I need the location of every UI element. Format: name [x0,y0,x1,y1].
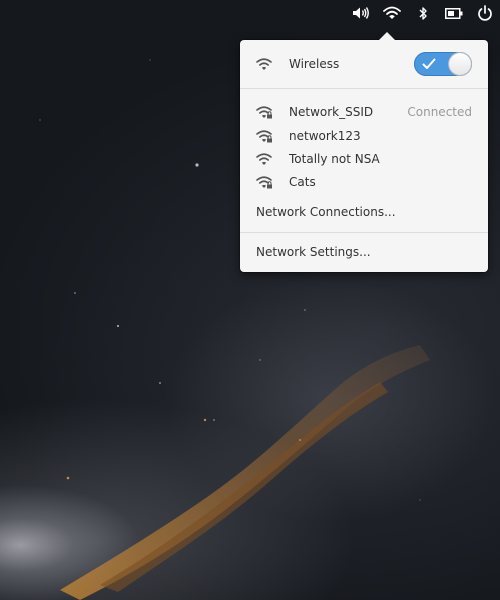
desktop-wallpaper: Wireless Network_SSID Connected network1… [0,0,500,600]
separator [240,232,488,233]
checkmark-icon [422,58,436,69]
network-ssid: Network_SSID [289,105,374,119]
wifi-icon [256,58,272,70]
battery-icon [444,7,462,19]
network-item[interactable]: Network_SSID Connected [240,101,488,123]
bluetooth-icon [419,6,427,20]
battery-indicator[interactable] [438,0,469,26]
network-connections-link[interactable]: Network Connections... [256,204,396,220]
power-icon [477,5,492,21]
wireless-label: Wireless [289,57,340,71]
network-ssid: Totally not NSA [289,152,380,166]
wifi-secured-icon [256,106,272,119]
network-item[interactable]: network123 [240,125,488,147]
volume-icon [352,7,369,19]
network-settings-link[interactable]: Network Settings... [256,244,371,260]
wifi-indicator[interactable] [376,0,407,26]
top-panel [345,0,500,26]
network-item[interactable]: Cats [240,171,488,193]
volume-indicator[interactable] [345,0,376,26]
network-ssid: Cats [289,175,316,189]
wifi-icon [256,153,272,165]
network-ssid: network123 [289,129,361,143]
wifi-secured-icon [256,130,272,143]
toggle-knob [449,53,471,75]
network-status: Connected [407,105,472,119]
wifi-icon [382,6,401,19]
separator [240,88,488,89]
power-indicator[interactable] [469,0,500,26]
wireless-toggle-switch[interactable] [414,52,472,76]
network-popover: Wireless Network_SSID Connected network1… [240,32,488,272]
popover-arrow [379,32,395,40]
wifi-secured-icon [256,176,272,189]
bluetooth-indicator[interactable] [407,0,438,26]
network-item[interactable]: Totally not NSA [240,148,488,170]
